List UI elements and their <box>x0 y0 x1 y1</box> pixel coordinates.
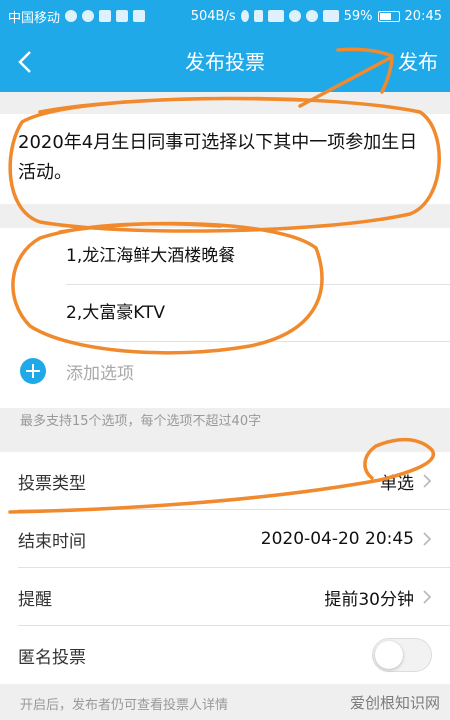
option-item[interactable]: 2,大富豪KTV <box>66 285 450 342</box>
reminder-label: 提醒 <box>18 589 52 610</box>
chat-icon <box>82 10 95 22</box>
end-time-label: 结束时间 <box>18 531 86 552</box>
plus-icon <box>20 358 46 384</box>
chevron-right-icon <box>423 590 432 604</box>
question-field[interactable]: 2020年4月生日同事可选择以下其中一项参加生日活动。 <box>0 114 450 204</box>
bluetooth-icon <box>240 10 249 22</box>
eye-icon <box>288 10 301 22</box>
publish-button[interactable]: 发布 <box>398 32 438 92</box>
option-item[interactable]: 1,龙江海鲜大酒楼晚餐 <box>66 228 450 285</box>
add-option-label: 添加选项 <box>66 363 134 384</box>
chevron-right-icon <box>423 532 432 546</box>
notification-icon <box>133 10 146 22</box>
end-time-row[interactable]: 结束时间 2020-04-20 20:45 <box>0 510 450 568</box>
add-option-button[interactable]: 添加选项 <box>0 342 450 400</box>
battery-icon <box>377 10 400 22</box>
app-icon <box>99 10 112 22</box>
anonymous-toggle[interactable] <box>372 638 432 672</box>
carrier-label: 中国移动 <box>8 10 61 26</box>
status-bar: 中国移动 504B/s 59% 20:45 <box>0 0 450 32</box>
status-time: 20:45 <box>404 8 442 24</box>
vote-type-value: 单选 <box>380 473 414 494</box>
anonymous-hint: 开启后，发布者仍可查看投票人详情 <box>20 698 229 713</box>
browser-icon <box>65 10 78 22</box>
anonymous-label: 匿名投票 <box>18 647 86 668</box>
nav-bar: 发布投票 发布 <box>0 32 450 92</box>
vibrate-icon <box>253 10 263 22</box>
vote-type-row[interactable]: 投票类型 单选 <box>0 452 450 510</box>
options-list: 1,龙江海鲜大酒楼晚餐 2,大富豪KTV 添加选项 <box>0 228 450 408</box>
anonymous-row: 匿名投票 <box>0 626 450 684</box>
reminder-value: 提前30分钟 <box>324 589 414 610</box>
end-time-value: 2020-04-20 20:45 <box>260 529 414 549</box>
chevron-right-icon <box>423 474 432 488</box>
options-hint: 最多支持15个选项，每个选项不超过40字 <box>20 414 262 429</box>
watermark: 爱创根知识网 <box>349 694 440 712</box>
photo-icon <box>116 10 129 22</box>
settings-list: 投票类型 单选 结束时间 2020-04-20 20:45 提醒 提前30分钟 … <box>0 452 450 684</box>
reminder-row[interactable]: 提醒 提前30分钟 <box>0 568 450 626</box>
signal-icon <box>322 10 339 22</box>
vote-type-label: 投票类型 <box>18 473 86 494</box>
wifi-icon <box>305 10 318 22</box>
battery-percent: 59% <box>343 8 373 24</box>
page-title: 发布投票 <box>185 50 265 74</box>
question-text: 2020年4月生日同事可选择以下其中一项参加生日活动。 <box>18 132 418 183</box>
hd-icon <box>267 10 284 22</box>
network-speed: 504B/s <box>190 8 236 24</box>
